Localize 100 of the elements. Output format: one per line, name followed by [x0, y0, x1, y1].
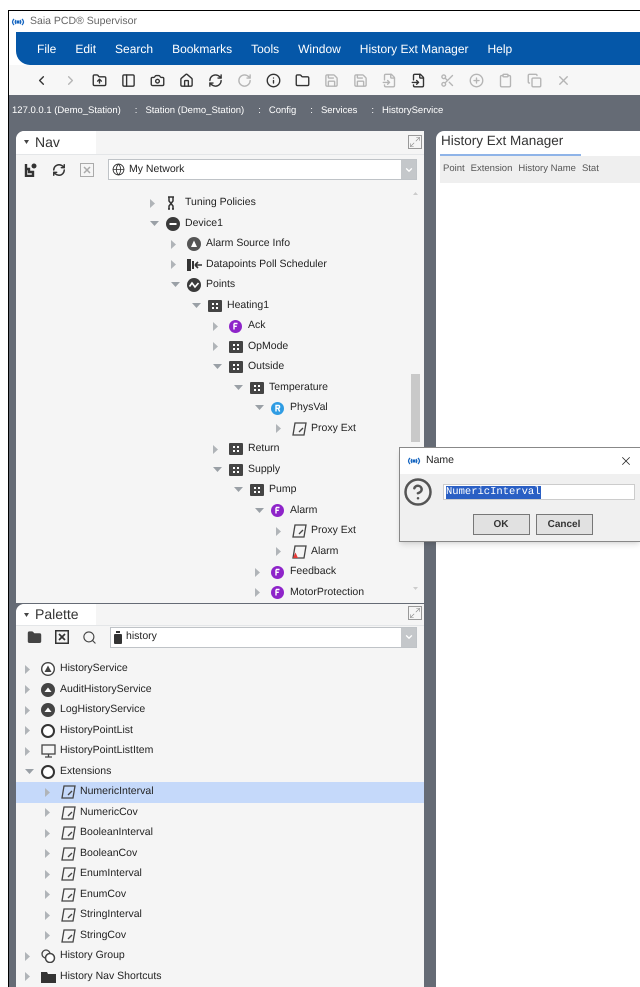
tree-item[interactable]: History Group [16, 946, 424, 966]
breadcrumb-item[interactable]: Services [320, 104, 358, 119]
collapse-caret-icon[interactable] [24, 140, 29, 144]
tree-item[interactable]: Ack [16, 316, 424, 336]
camera-icon[interactable] [150, 72, 165, 88]
expand-caret-icon[interactable] [45, 931, 51, 940]
tree-item[interactable]: StringCov [16, 926, 424, 946]
maximize-icon[interactable] [408, 134, 422, 149]
name-input[interactable]: NumericInterval [443, 484, 635, 500]
tree-item[interactable]: Points [16, 275, 424, 296]
tree-item[interactable]: OpMode [16, 336, 424, 357]
tree-item[interactable]: Datapoints Poll Scheduler [16, 254, 424, 275]
expand-caret-icon[interactable] [150, 198, 156, 208]
expand-caret-icon[interactable] [213, 342, 219, 352]
expand-caret-icon[interactable] [276, 526, 282, 536]
tree-item[interactable]: Heating1 [16, 296, 424, 316]
expand-caret-icon[interactable] [45, 828, 51, 838]
tree-item[interactable]: Feedback [16, 562, 424, 582]
network-tree-icon[interactable] [24, 162, 38, 177]
expand-caret-icon[interactable] [45, 870, 51, 879]
export-icon[interactable] [411, 72, 426, 88]
tree-item[interactable]: HistoryService [16, 659, 424, 680]
expand-caret-icon[interactable] [45, 849, 51, 858]
column-header[interactable]: Stat [582, 162, 599, 177]
expand-caret-icon[interactable] [213, 444, 219, 454]
menu-item[interactable]: Edit [75, 40, 96, 58]
dialog-button[interactable]: OK [472, 514, 530, 535]
tree-item[interactable]: Alarm [16, 542, 424, 562]
import-icon[interactable] [382, 72, 397, 88]
expand-caret-icon[interactable] [25, 952, 31, 961]
breadcrumb-item[interactable]: 127.0.0.1 (Demo_Station) [12, 104, 121, 119]
breadcrumb-item[interactable]: Station (Demo_Station) [145, 104, 244, 119]
tree-item[interactable]: Device1 [16, 214, 424, 234]
duplicate-icon[interactable] [527, 72, 542, 88]
tree-item[interactable]: AuditHistoryService [16, 680, 424, 700]
tree-item[interactable]: PhysVal [16, 398, 424, 418]
close-box-icon[interactable] [55, 630, 69, 644]
expand-caret-icon[interactable] [25, 746, 31, 756]
tree-item[interactable]: Outside [16, 357, 424, 378]
open-folder-icon[interactable] [295, 72, 310, 88]
dialog-button[interactable]: Cancel [536, 514, 592, 535]
save-all-icon[interactable] [353, 72, 368, 88]
expand-caret-icon[interactable] [45, 788, 51, 797]
column-header[interactable]: History Name [518, 162, 576, 177]
expand-caret-icon[interactable] [171, 260, 177, 270]
menu-item[interactable]: History Ext Manager [360, 40, 468, 58]
dropdown-field[interactable]: My Network [108, 159, 417, 180]
expand-caret-icon[interactable] [276, 424, 282, 434]
menu-item[interactable]: Tools [251, 40, 280, 58]
menu-item[interactable]: Help [488, 40, 512, 58]
tree-item[interactable]: MotorProtection [16, 582, 424, 603]
expand-caret-icon[interactable] [255, 568, 261, 577]
tree-item[interactable]: LogHistoryService [16, 700, 424, 720]
tree-item[interactable]: Extensions [16, 762, 424, 782]
reload-page-icon[interactable] [237, 72, 252, 88]
expand-caret-icon[interactable] [45, 910, 51, 920]
tree-item[interactable]: Proxy Ext [16, 418, 424, 439]
expand-caret-icon[interactable] [171, 240, 177, 249]
expand-caret-icon[interactable] [276, 547, 282, 556]
expand-caret-icon[interactable] [255, 588, 261, 598]
tree-item[interactable]: Temperature [16, 378, 424, 398]
breadcrumb-item[interactable]: Config [268, 104, 296, 119]
column-header[interactable]: Extension [470, 162, 512, 177]
tree-item[interactable]: Pump [16, 480, 424, 500]
tree-item[interactable]: NumericInterval [16, 782, 424, 802]
expand-caret-icon[interactable] [213, 322, 219, 331]
folder-icon[interactable] [92, 72, 107, 88]
close-icon[interactable] [619, 454, 633, 468]
tree-item[interactable]: EnumCov [16, 884, 424, 905]
refresh-icon[interactable] [208, 72, 223, 88]
cut-icon[interactable] [440, 72, 455, 88]
tree-item[interactable]: BooleanInterval [16, 823, 424, 844]
search-icon[interactable] [82, 630, 97, 644]
tree-item[interactable]: HistoryPointList [16, 720, 424, 741]
panel-tab[interactable]: Palette [16, 604, 96, 625]
collapse-caret-icon[interactable] [24, 612, 29, 616]
tree-item[interactable]: Return [16, 439, 424, 460]
tree-item[interactable]: Alarm [16, 500, 424, 521]
breadcrumb-item[interactable]: HistoryService [382, 104, 444, 119]
menu-item[interactable]: Bookmarks [172, 40, 232, 58]
expand-caret-icon[interactable] [25, 706, 31, 715]
column-header[interactable]: Point [443, 162, 465, 177]
expand-caret-icon[interactable] [25, 726, 31, 736]
tree-item[interactable]: Tuning Policies [16, 193, 424, 214]
add-icon[interactable] [469, 72, 484, 88]
tree-item[interactable]: Proxy Ext [16, 521, 424, 542]
save-icon[interactable] [324, 72, 339, 88]
folder-icon[interactable] [27, 630, 42, 644]
panel-tab[interactable]: Nav [16, 131, 96, 154]
expand-caret-icon[interactable] [25, 664, 31, 674]
info-icon[interactable] [266, 72, 281, 88]
tree-item[interactable]: EnumInterval [16, 864, 424, 884]
dropdown-field[interactable]: history [110, 626, 417, 648]
tree-item[interactable]: NumericCov [16, 802, 424, 823]
expand-caret-icon[interactable] [25, 972, 31, 982]
menu-item[interactable]: Search [115, 40, 154, 58]
tree-item[interactable]: StringInterval [16, 905, 424, 926]
menu-item[interactable]: Window [298, 40, 341, 58]
menu-item[interactable]: File [37, 40, 56, 58]
expand-caret-icon[interactable] [45, 808, 51, 818]
